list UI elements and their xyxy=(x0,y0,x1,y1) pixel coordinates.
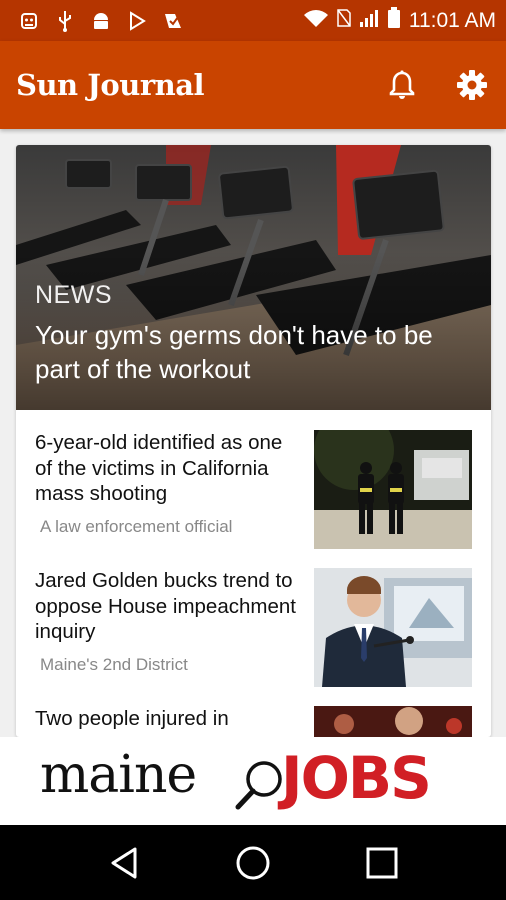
ad-jobs-text: JOBS xyxy=(281,744,432,812)
article-subtitle: Maine's 2nd District xyxy=(40,654,188,674)
app-icon xyxy=(18,10,40,32)
status-time: 11:01 AM xyxy=(408,8,496,32)
article-thumbnail xyxy=(314,568,472,687)
article-thumbnail xyxy=(314,706,472,737)
bell-icon xyxy=(389,70,415,99)
app-bar: Sun Journal xyxy=(0,41,506,129)
hero-headline: Your gym's germs don't have to be part o… xyxy=(35,320,433,384)
article-headline: Two people injured in xyxy=(35,707,229,730)
android-icon xyxy=(90,10,112,32)
ad-maine-text: maine xyxy=(40,745,197,805)
home-button[interactable] xyxy=(228,838,278,888)
article-item[interactable]: Jared Golden bucks trend to oppose House… xyxy=(16,548,491,687)
signal-icon xyxy=(359,8,379,33)
article-item[interactable]: 6-year-old identified as one of the vict… xyxy=(16,410,491,549)
back-button[interactable] xyxy=(99,838,149,888)
check-app-icon xyxy=(162,10,184,32)
recents-button[interactable] xyxy=(357,838,407,888)
news-feed: NEWS Your gym's germs don't have to be p… xyxy=(16,145,491,737)
article-thumbnail xyxy=(314,430,472,549)
hero-article[interactable]: NEWS Your gym's germs don't have to be p… xyxy=(16,145,491,410)
hero-section-label: NEWS xyxy=(35,281,112,309)
wifi-icon xyxy=(303,8,329,33)
play-store-icon xyxy=(126,10,148,32)
ad-banner[interactable]: maine JOBS xyxy=(0,737,506,825)
settings-button[interactable] xyxy=(454,67,490,103)
magnifier-icon xyxy=(235,761,282,810)
navigation-bar xyxy=(0,825,506,900)
gear-icon xyxy=(457,70,487,100)
article-item[interactable]: Two people injured in xyxy=(16,686,491,737)
article-headline: 6-year-old identified as one of the vict… xyxy=(35,431,283,505)
home-icon xyxy=(236,846,270,879)
back-icon xyxy=(111,847,137,878)
article-headline: Jared Golden bucks trend to oppose House… xyxy=(35,569,296,643)
no-sim-icon xyxy=(337,9,351,32)
app-title: Sun Journal xyxy=(16,68,205,102)
battery-icon xyxy=(387,7,401,34)
usb-icon xyxy=(54,10,76,32)
notifications-button[interactable] xyxy=(384,67,420,103)
recents-icon xyxy=(366,847,398,878)
status-bar: 11:01 AM xyxy=(0,0,506,41)
article-subtitle: A law enforcement official xyxy=(40,516,233,536)
